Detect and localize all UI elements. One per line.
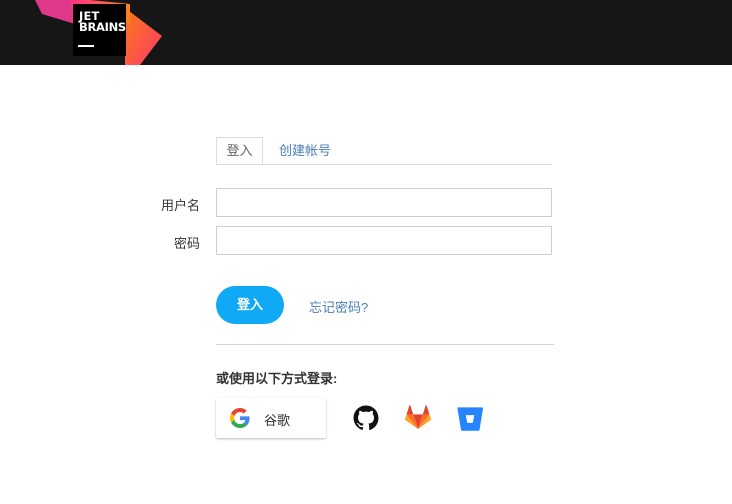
gitlab-icon[interactable] [405,405,431,431]
auth-tabs: 登入 创建帐号 [216,137,552,165]
logo-box: JET BRAINS [73,4,126,56]
password-label: 密码 [173,236,200,251]
username-label: 用户名 [160,198,200,213]
github-icon[interactable] [353,405,379,431]
google-label: 谷歌 [264,413,291,428]
password-input[interactable] [216,226,552,255]
top-header: JET BRAINS [0,0,732,65]
logo-text-brains: BRAINS [79,20,126,34]
logo-underscore [78,45,94,47]
divider [216,344,554,345]
jetbrains-logo[interactable]: JET BRAINS [30,0,165,65]
alt-login-title: 或使用以下方式登录: [216,371,338,386]
tab-login[interactable]: 登入 [216,137,263,164]
bitbucket-icon[interactable] [457,405,483,431]
forgot-password-link[interactable]: 忘记密码? [309,297,368,316]
google-login-button[interactable]: 谷歌 [216,398,326,438]
username-input[interactable] [216,188,552,217]
login-button[interactable]: 登入 [216,286,284,324]
google-icon [230,408,250,428]
tab-create-account[interactable]: 创建帐号 [279,137,331,164]
